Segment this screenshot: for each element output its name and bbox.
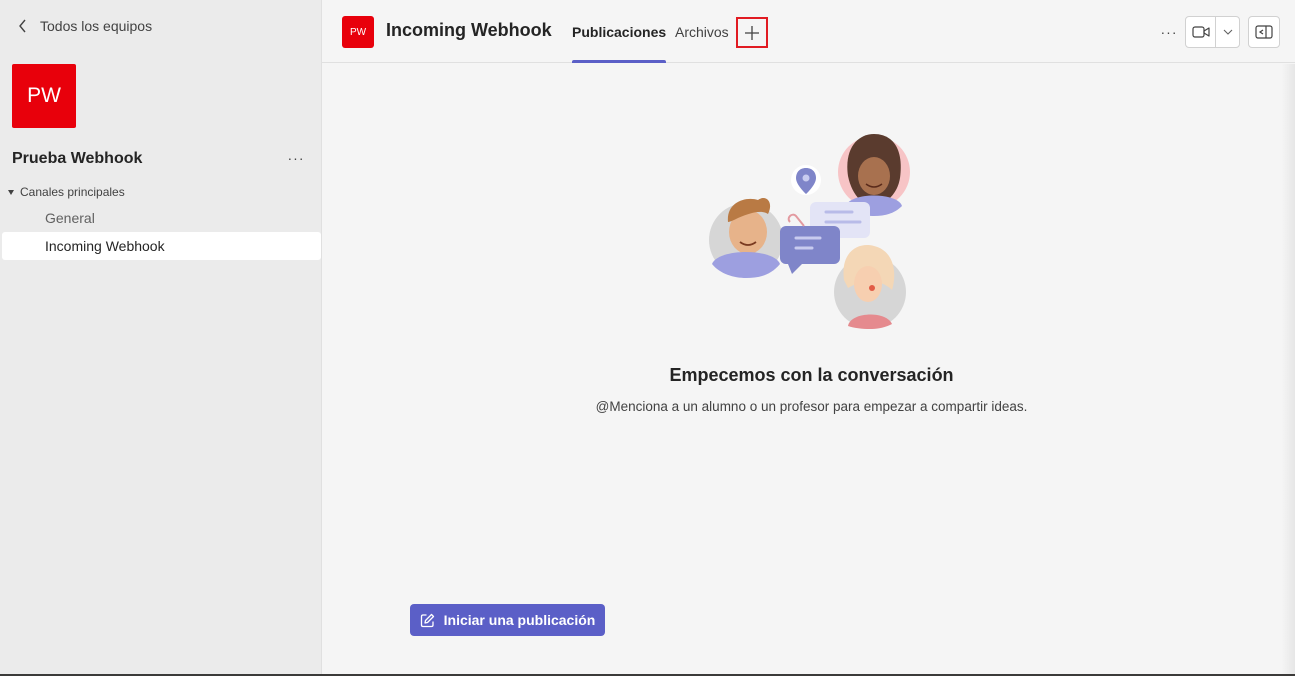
chevron-down-icon [1223,29,1232,35]
channel-label: Incoming Webhook [45,238,165,254]
team-name: Prueba Webhook [12,150,143,167]
team-avatar: PW [12,64,76,128]
sidebar: Todos los equipos PW Prueba Webhook ··· … [0,0,322,676]
chevron-left-icon [19,19,26,33]
video-camera-icon [1191,26,1210,38]
empty-state-title: Empecemos con la conversación [669,365,954,385]
channel-item-general[interactable]: General [2,204,321,232]
tab-publicaciones[interactable]: Publicaciones [572,0,667,63]
channel-team-initials: PW [349,26,367,38]
tab-archivos[interactable]: Archivos [675,0,729,63]
channel-item-incoming-webhook[interactable]: Incoming Webhook [2,232,321,260]
start-post-label: Iniciar una publicación [443,612,596,628]
back-to-all-teams-link[interactable]: Todos los equipos [18,18,152,34]
meet-now-button[interactable] [1186,17,1216,47]
header-more-options-button[interactable]: ··· [1157,20,1181,44]
conversation-area: Empecemos con la conversación @Menciona … [322,64,1295,676]
start-post-button[interactable]: Iniciar una publicación [410,604,605,636]
open-panel-icon [1255,25,1273,39]
channel-label: General [45,210,95,226]
conversation-illustration [709,134,910,329]
team-more-options-button[interactable]: ··· [286,148,306,168]
open-side-panel-button[interactable] [1248,16,1280,48]
back-link-label: Todos los equipos [40,18,153,34]
ellipsis-icon: ··· [287,150,305,166]
channel-header: PW Incoming Webhook Publicaciones Archiv… [322,0,1295,63]
add-tab-button[interactable] [736,17,768,48]
compose-icon [420,613,434,627]
channels-section-header[interactable]: Canales principales [8,185,125,199]
caret-down-icon [8,189,14,195]
section-label: Canales principales [20,185,125,199]
meet-button-group [1185,16,1240,48]
scroll-edge-shadow [1281,64,1295,676]
tab-label: Publicaciones [572,23,667,40]
add-icon [745,25,759,40]
tab-label: Archivos [675,23,729,40]
team-avatar-initials: PW [27,84,61,107]
empty-state-subtitle: @Menciona a un alumno o un profesor para… [595,399,1028,414]
channel-title: Incoming Webhook [386,20,552,40]
channel-team-avatar: PW [342,16,374,48]
ellipsis-icon: ··· [1160,24,1178,40]
meet-options-dropdown[interactable] [1216,17,1239,47]
